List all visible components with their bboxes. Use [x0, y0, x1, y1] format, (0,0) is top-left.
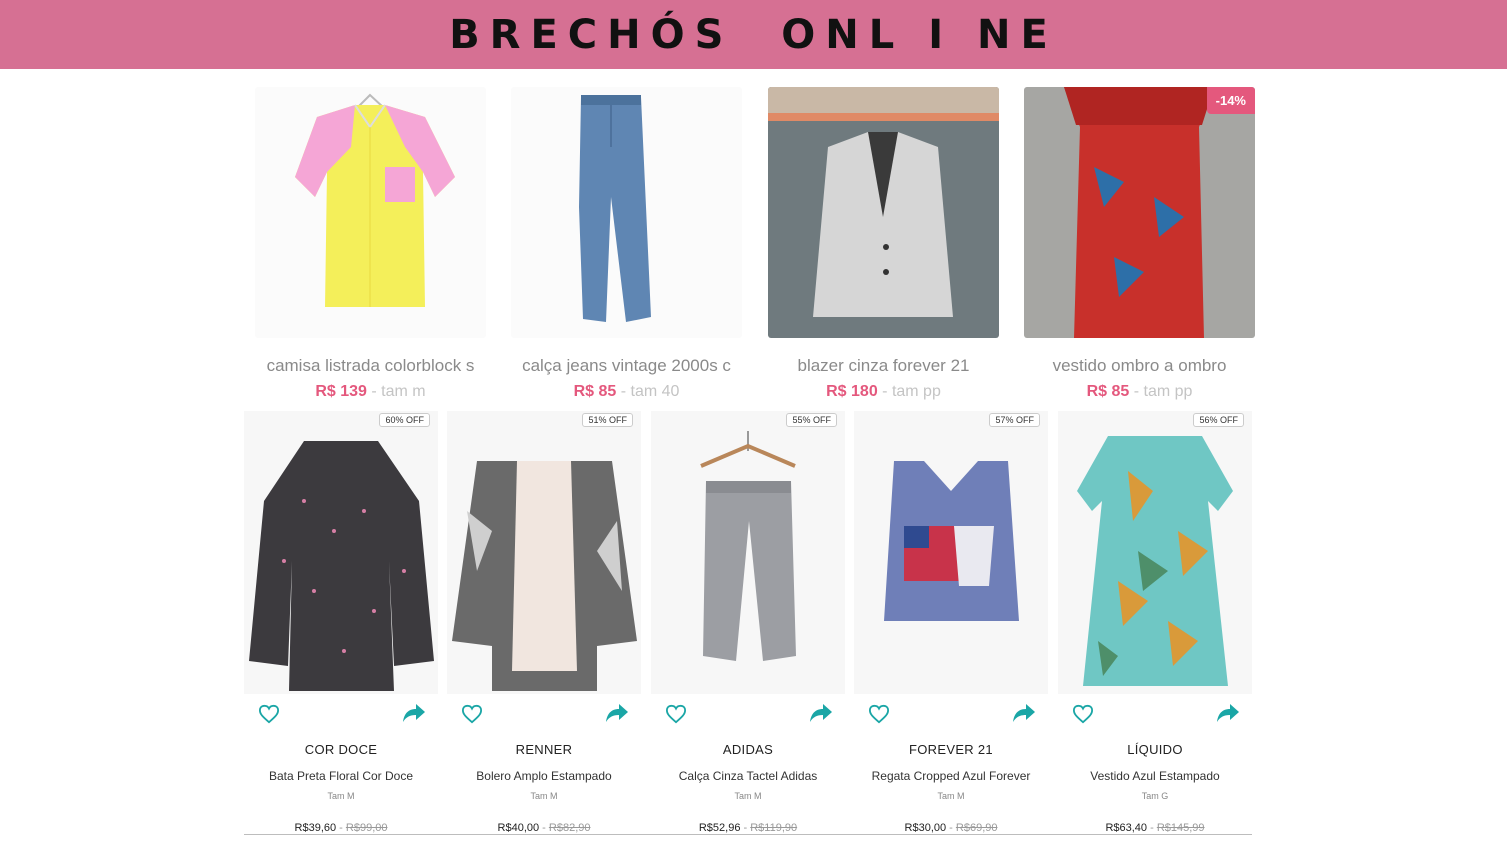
product-image-pants[interactable]: 55% OFF	[651, 411, 845, 694]
product-price-row: R$ 139 - tam m	[255, 383, 486, 401]
product-name[interactable]: blazer cinza forever 21	[768, 356, 999, 376]
product-image-dress[interactable]: 56% OFF	[1058, 411, 1252, 694]
price-row: R$40,00 - R$82,90	[447, 822, 641, 834]
price-row: R$39,60 - R$99,00	[244, 822, 438, 834]
price-separator: -	[1147, 822, 1157, 834]
product-card[interactable]: calça jeans vintage 2000s c R$ 85 - tam …	[511, 87, 742, 401]
heart-icon[interactable]	[1072, 704, 1094, 724]
share-icon[interactable]	[402, 702, 426, 724]
off-badge: 51% OFF	[582, 413, 633, 427]
product-description[interactable]: Bata Preta Floral Cor Doce	[244, 769, 438, 783]
header-banner: BRECHÓS ONL I NE	[0, 0, 1507, 69]
brand-name[interactable]: COR DOCE	[244, 742, 438, 757]
sale-price: R$39,60	[294, 822, 337, 834]
off-badge: 56% OFF	[1193, 413, 1244, 427]
action-row	[244, 694, 438, 734]
product-image-blazer[interactable]	[768, 87, 999, 338]
product-size: - tam pp	[1129, 383, 1193, 400]
sale-price: R$30,00	[904, 822, 947, 834]
share-icon[interactable]	[605, 702, 629, 724]
product-size: - tam m	[366, 383, 426, 400]
product-image-tank-top[interactable]: 57% OFF	[854, 411, 1048, 694]
product-price-row: R$ 180 - tam pp	[768, 383, 999, 401]
price-separator: -	[740, 822, 751, 834]
product-card[interactable]: 51% OFF RENNER Bolero Amplo Estampado Ta…	[447, 411, 641, 835]
price-separator: -	[336, 822, 346, 834]
heart-icon[interactable]	[258, 704, 280, 724]
price-row: R$63,40 - R$145,99	[1058, 822, 1252, 834]
product-card[interactable]: 60% OFF COR DOCE Bata Preta Floral Cor D…	[244, 411, 438, 835]
product-name[interactable]: calça jeans vintage 2000s c	[511, 356, 742, 376]
product-image-blouse[interactable]: 60% OFF	[244, 411, 438, 694]
product-size: Tam G	[1141, 791, 1169, 801]
price-row: R$52,96 - R$119,90	[651, 822, 845, 834]
product-card[interactable]: 56% OFF LÍQUIDO Vestido Azul Estampado T…	[1058, 411, 1252, 835]
product-size: - tam 40	[616, 383, 680, 400]
original-price: R$82,90	[548, 822, 591, 834]
product-name[interactable]: camisa listrada colorblock s	[255, 356, 486, 376]
product-card[interactable]: -14% vestido ombro a ombro R$ 85 - tam p…	[1024, 87, 1255, 401]
product-description[interactable]: Calça Cinza Tactel Adidas	[651, 769, 845, 783]
bottom-product-grid: 60% OFF COR DOCE Bata Preta Floral Cor D…	[244, 411, 1252, 835]
heart-icon[interactable]	[868, 704, 890, 724]
product-image-jeans[interactable]	[511, 87, 742, 338]
original-price: R$145,99	[1156, 822, 1205, 834]
product-image-shirt[interactable]	[255, 87, 486, 338]
price-separator: -	[539, 822, 549, 834]
product-price: R$ 139	[315, 383, 367, 400]
product-price: R$ 180	[826, 383, 878, 400]
share-icon[interactable]	[1216, 702, 1240, 724]
off-badge: 55% OFF	[786, 413, 837, 427]
action-row	[854, 694, 1048, 734]
product-image-cardigan[interactable]: 51% OFF	[447, 411, 641, 694]
price-separator: -	[946, 822, 956, 834]
product-name[interactable]: vestido ombro a ombro	[1024, 356, 1255, 376]
top-product-grid: camisa listrada colorblock s R$ 139 - ta…	[255, 87, 1255, 407]
product-size: Tam M	[327, 791, 355, 801]
original-price: R$119,90	[750, 822, 798, 834]
product-description[interactable]: Vestido Azul Estampado	[1058, 769, 1252, 783]
sale-price: R$40,00	[497, 822, 540, 834]
heart-icon[interactable]	[461, 704, 483, 724]
product-description[interactable]: Bolero Amplo Estampado	[447, 769, 641, 783]
brand-name[interactable]: RENNER	[447, 742, 641, 757]
brand-name[interactable]: ADIDAS	[651, 742, 845, 757]
original-price: R$99,00	[345, 822, 388, 834]
product-image-dress[interactable]: -14%	[1024, 87, 1255, 338]
product-size: Tam M	[734, 791, 762, 801]
brand-name[interactable]: LÍQUIDO	[1058, 742, 1252, 757]
sale-price: R$63,40	[1105, 822, 1148, 834]
share-icon[interactable]	[809, 702, 833, 724]
product-card[interactable]: camisa listrada colorblock s R$ 139 - ta…	[255, 87, 486, 401]
action-row	[447, 694, 641, 734]
product-size: - tam pp	[877, 383, 941, 400]
off-badge: 57% OFF	[989, 413, 1040, 427]
product-card[interactable]: 57% OFF FOREVER 21 Regata Cropped Azul F…	[854, 411, 1048, 835]
discount-badge: -14%	[1206, 87, 1255, 114]
product-price: R$ 85	[573, 383, 617, 400]
product-card[interactable]: 55% OFF ADIDAS Calça Cinza Tactel Adidas…	[651, 411, 845, 835]
share-icon[interactable]	[1012, 702, 1036, 724]
heart-icon[interactable]	[665, 704, 687, 724]
action-row	[1058, 694, 1252, 734]
action-row	[651, 694, 845, 734]
brand-name[interactable]: FOREVER 21	[854, 742, 1048, 757]
product-size: Tam M	[530, 791, 558, 801]
product-size: Tam M	[937, 791, 965, 801]
page-title: BRECHÓS ONL I NE	[449, 11, 1058, 58]
price-row: R$30,00 - R$69,90	[854, 822, 1048, 834]
sale-price: R$52,96	[698, 822, 741, 834]
original-price: R$69,90	[955, 822, 998, 834]
product-price-row: R$ 85 - tam pp	[1024, 383, 1255, 401]
off-badge: 60% OFF	[379, 413, 430, 427]
product-description[interactable]: Regata Cropped Azul Forever	[854, 769, 1048, 783]
product-card[interactable]: blazer cinza forever 21 R$ 180 - tam pp	[768, 87, 999, 401]
product-price: R$ 85	[1086, 383, 1130, 400]
product-price-row: R$ 85 - tam 40	[511, 383, 742, 401]
